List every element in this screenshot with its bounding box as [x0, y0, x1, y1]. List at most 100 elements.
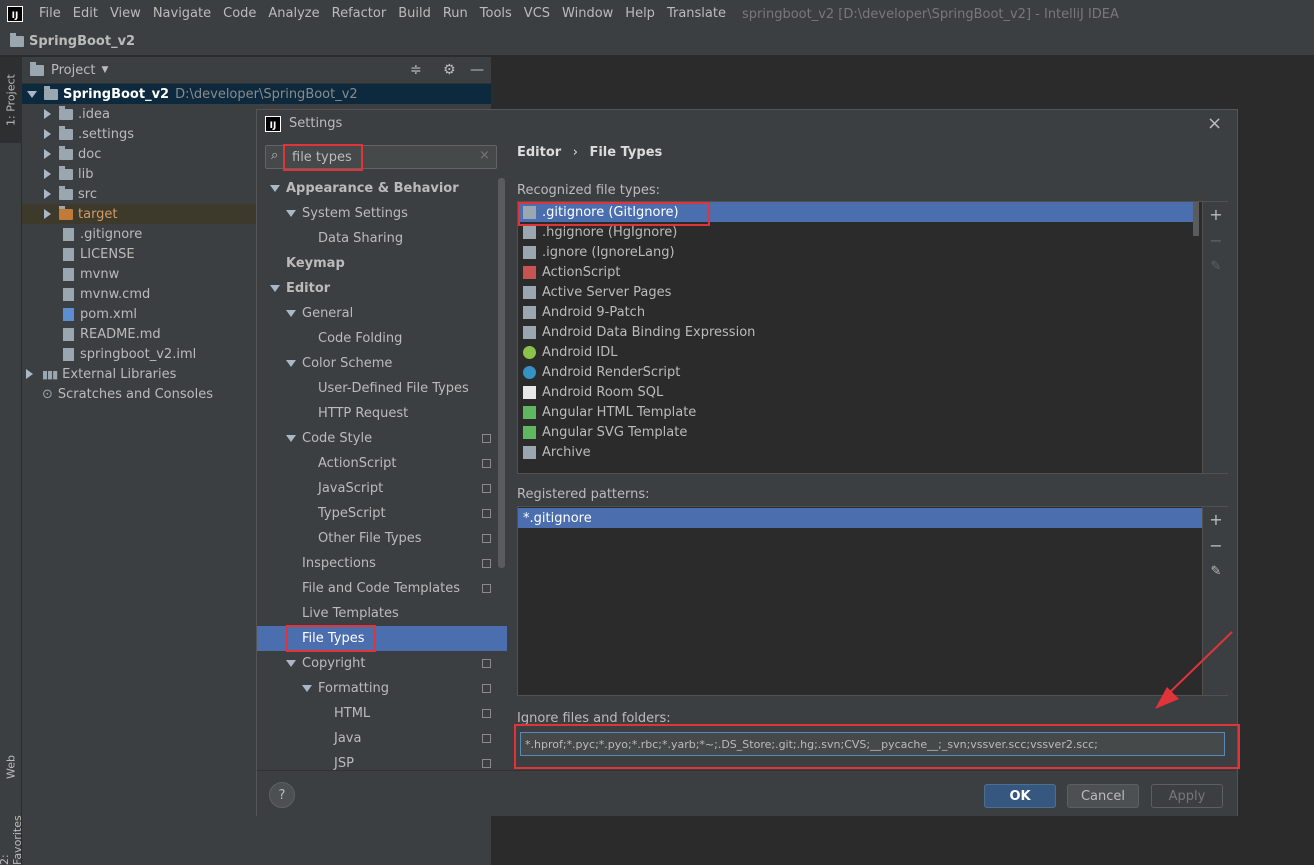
settings-nav-label: User-Defined File Types: [318, 381, 469, 396]
expand-arrow-icon[interactable]: [286, 435, 296, 442]
settings-nav-item[interactable]: Keymap: [257, 251, 507, 276]
settings-nav-item[interactable]: Code Style: [257, 426, 507, 451]
expand-arrow-icon[interactable]: [44, 169, 51, 179]
menu-navigate[interactable]: Navigate: [147, 0, 217, 28]
expand-arrow-icon[interactable]: [26, 369, 33, 379]
settings-nav-item[interactable]: Java: [257, 726, 507, 751]
settings-nav-item[interactable]: Editor: [257, 276, 507, 301]
apply-button[interactable]: Apply: [1151, 784, 1223, 808]
remove-icon[interactable]: −: [1203, 533, 1229, 557]
settings-nav-item[interactable]: File and Code Templates: [257, 576, 507, 601]
file-type-item[interactable]: Android RenderScript: [518, 362, 1193, 382]
file-type-item[interactable]: Android Data Binding Expression: [518, 322, 1193, 342]
expand-arrow-icon[interactable]: [286, 660, 296, 667]
menu-analyze[interactable]: Analyze: [262, 0, 325, 28]
settings-nav-item[interactable]: General: [257, 301, 507, 326]
settings-nav-item[interactable]: Inspections: [257, 551, 507, 576]
settings-nav-item[interactable]: Other File Types: [257, 526, 507, 551]
tree-root[interactable]: SpringBoot_v2 D:\developer\SpringBoot_v2: [22, 84, 491, 104]
clear-search-icon[interactable]: ×: [479, 148, 490, 163]
expand-arrow-icon[interactable]: [27, 90, 37, 98]
expand-arrow-icon[interactable]: [270, 185, 280, 192]
expand-arrow-icon[interactable]: [286, 210, 296, 217]
menu-edit[interactable]: Edit: [67, 0, 104, 28]
pattern-item[interactable]: *.gitignore: [518, 508, 1202, 528]
tree-item-label: lib: [78, 166, 94, 182]
settings-nav-item[interactable]: JSP: [257, 751, 507, 770]
settings-nav-item[interactable]: HTML: [257, 701, 507, 726]
expand-arrow-icon[interactable]: [44, 149, 51, 159]
annotation-arrow-icon: [1155, 631, 1233, 709]
navbar-project-name[interactable]: SpringBoot_v2: [29, 34, 135, 49]
menu-window[interactable]: Window: [556, 0, 619, 28]
file-type-item[interactable]: Angular SVG Template: [518, 422, 1193, 442]
asp-icon: [523, 285, 536, 299]
file-type-item[interactable]: Android 9-Patch: [518, 302, 1193, 322]
web-tool-tab[interactable]: Web: [0, 742, 22, 792]
menu-help[interactable]: Help: [619, 0, 661, 28]
settings-nav-item[interactable]: HTTP Request: [257, 401, 507, 426]
recognized-list[interactable]: .gitignore (GitIgnore) .hgignore (HgIgnor…: [517, 201, 1228, 474]
settings-nav-item[interactable]: TypeScript: [257, 501, 507, 526]
file-icon: [63, 267, 74, 281]
project-tool-tab[interactable]: 1: Project: [0, 57, 22, 143]
chevron-down-icon[interactable]: ▼: [101, 65, 108, 75]
scratches-icon: ⊙: [42, 386, 53, 402]
breadcrumb-parent[interactable]: Editor: [517, 145, 561, 160]
file-type-item[interactable]: ActionScript: [518, 262, 1193, 282]
settings-nav-item[interactable]: Appearance & Behavior: [257, 176, 507, 201]
expand-arrow-icon[interactable]: [44, 189, 51, 199]
menu-build[interactable]: Build: [392, 0, 437, 28]
settings-nav-item[interactable]: Formatting: [257, 676, 507, 701]
expand-arrow-icon[interactable]: [44, 129, 51, 139]
settings-nav-item[interactable]: JavaScript: [257, 476, 507, 501]
file-type-item[interactable]: Android Room SQL: [518, 382, 1193, 402]
file-type-item[interactable]: Archive: [518, 442, 1193, 462]
recognized-list-scrollbar[interactable]: [1193, 202, 1199, 236]
minimize-icon[interactable]: —: [470, 62, 484, 78]
add-icon[interactable]: +: [1203, 202, 1229, 226]
menu-tools[interactable]: Tools: [474, 0, 518, 28]
gear-icon[interactable]: ⚙: [443, 62, 456, 78]
project-view-label[interactable]: Project: [51, 63, 95, 78]
settings-nav-item[interactable]: Data Sharing: [257, 226, 507, 251]
folder-icon: [59, 205, 73, 220]
settings-nav-item[interactable]: Live Templates: [257, 601, 507, 626]
patterns-list[interactable]: *.gitignore + − ✎: [517, 506, 1228, 696]
edit-pencil-icon[interactable]: ✎: [1203, 254, 1229, 278]
settings-nav-item[interactable]: User-Defined File Types: [257, 376, 507, 401]
settings-nav-item[interactable]: Color Scheme: [257, 351, 507, 376]
menu-refactor[interactable]: Refactor: [326, 0, 393, 28]
add-icon[interactable]: +: [1203, 507, 1229, 531]
settings-nav-item[interactable]: Code Folding: [257, 326, 507, 351]
menu-vcs[interactable]: VCS: [518, 0, 556, 28]
help-button[interactable]: ?: [269, 782, 295, 808]
collapse-all-icon[interactable]: ≑: [410, 62, 422, 78]
expand-arrow-icon[interactable]: [286, 360, 296, 367]
file-type-item[interactable]: Android IDL: [518, 342, 1193, 362]
settings-nav-item[interactable]: Copyright: [257, 651, 507, 676]
expand-arrow-icon[interactable]: [44, 209, 51, 219]
favorites-tool-tab[interactable]: 2: Favorites: [0, 802, 24, 865]
menu-code[interactable]: Code: [217, 0, 262, 28]
menu-translate[interactable]: Translate: [661, 0, 732, 28]
file-type-item[interactable]: Active Server Pages: [518, 282, 1193, 302]
settings-nav-label: Code Folding: [318, 331, 403, 346]
menu-run[interactable]: Run: [437, 0, 474, 28]
ok-button[interactable]: OK: [984, 784, 1056, 808]
close-icon[interactable]: ×: [1207, 113, 1222, 134]
settings-nav-item[interactable]: ActionScript: [257, 451, 507, 476]
settings-nav-item[interactable]: System Settings: [257, 201, 507, 226]
settings-tree-scrollbar[interactable]: [498, 178, 505, 568]
expand-arrow-icon[interactable]: [270, 285, 280, 292]
expand-arrow-icon[interactable]: [302, 685, 312, 692]
expand-arrow-icon[interactable]: [286, 310, 296, 317]
cancel-button[interactable]: Cancel: [1067, 784, 1139, 808]
menu-file[interactable]: File: [33, 0, 67, 28]
file-type-item[interactable]: Angular HTML Template: [518, 402, 1193, 422]
edit-pencil-icon[interactable]: ✎: [1203, 559, 1229, 583]
file-type-item[interactable]: .ignore (IgnoreLang): [518, 242, 1193, 262]
menu-view[interactable]: View: [104, 0, 147, 28]
remove-icon[interactable]: −: [1203, 228, 1229, 252]
expand-arrow-icon[interactable]: [44, 109, 51, 119]
